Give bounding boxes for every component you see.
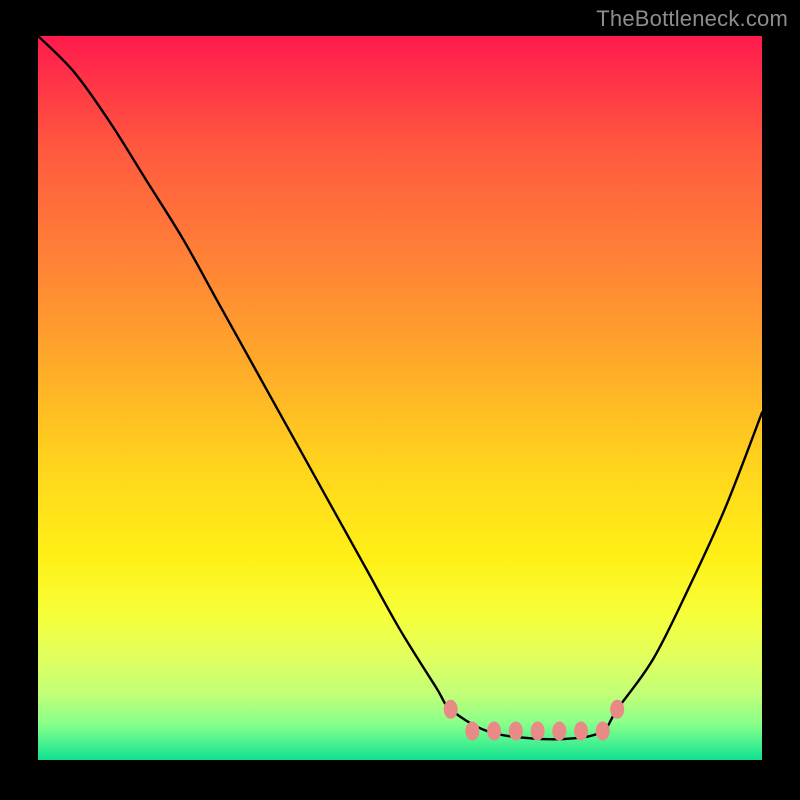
curve-layer bbox=[38, 36, 762, 760]
marker-dot bbox=[466, 722, 479, 740]
marker-dot bbox=[553, 722, 566, 740]
marker-dot bbox=[509, 722, 522, 740]
marker-dot bbox=[596, 722, 609, 740]
marker-dot bbox=[444, 700, 457, 718]
watermark-text: TheBottleneck.com bbox=[596, 6, 788, 32]
marker-dot bbox=[531, 722, 544, 740]
optimal-zone-markers bbox=[444, 700, 624, 740]
bottleneck-curve bbox=[38, 36, 762, 739]
marker-dot bbox=[488, 722, 501, 740]
plot-area bbox=[38, 36, 762, 760]
marker-dot bbox=[575, 722, 588, 740]
marker-dot bbox=[611, 700, 624, 718]
chart-stage: TheBottleneck.com bbox=[0, 0, 800, 800]
